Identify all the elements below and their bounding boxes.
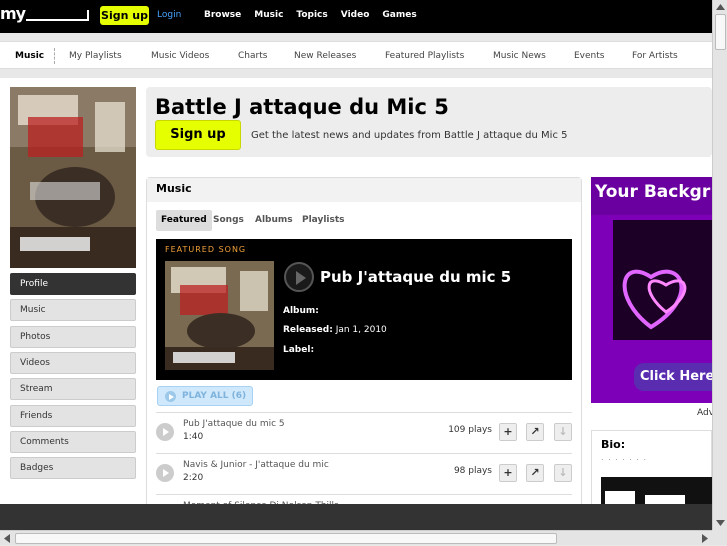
vertical-scroll-thumb[interactable] — [715, 14, 726, 50]
sidebar-item-photos[interactable]: Photos — [10, 326, 136, 348]
featured-song-label: FEATURED SONG — [165, 245, 247, 254]
subnav-music-videos[interactable]: Music Videos — [151, 51, 209, 61]
tab-playlists[interactable]: Playlists — [302, 210, 345, 231]
music-panel-title: Music — [156, 182, 192, 195]
album-label: Album: — [283, 306, 319, 316]
top-nav-topics[interactable]: Topics — [296, 10, 327, 20]
sidebar-item-music[interactable]: Music — [10, 299, 136, 321]
tab-albums[interactable]: Albums — [255, 210, 293, 231]
featured-released-row: Released: Jan 1, 2010 — [283, 325, 387, 335]
subnav-new-releases[interactable]: New Releases — [294, 51, 356, 61]
subnav-for-artists[interactable]: For Artists — [632, 51, 678, 61]
add-icon[interactable]: + — [499, 464, 517, 482]
track-name[interactable]: Pub J'attaque du mic 5 — [183, 419, 285, 429]
login-link[interactable]: Login — [157, 10, 181, 20]
top-bar: my Sign up Login Browse Music Topics Vid… — [0, 0, 712, 33]
label-label: Label: — [283, 345, 315, 355]
top-nav-games[interactable]: Games — [382, 10, 416, 20]
signup-description: Get the latest news and updates from Bat… — [251, 130, 568, 141]
featured-label-row: Label: — [283, 345, 314, 355]
logo-underline — [26, 19, 88, 21]
scrollbar-corner — [712, 530, 727, 545]
vertical-scrollbar[interactable] — [712, 0, 727, 530]
top-nav-video[interactable]: Video — [341, 10, 370, 20]
site-logo[interactable]: my — [0, 4, 26, 23]
horizontal-scrollbar[interactable] — [0, 530, 712, 545]
bio-text: . . . . . . . — [601, 453, 648, 462]
subnav-featured-playlists[interactable]: Featured Playlists — [385, 51, 464, 61]
top-nav-browse[interactable]: Browse — [204, 10, 241, 20]
sidebar-item-profile[interactable]: Profile — [10, 273, 136, 295]
featured-album-row: Album: — [283, 306, 319, 316]
featured-song-art[interactable] — [165, 261, 274, 370]
horizontal-scroll-thumb[interactable] — [15, 533, 557, 544]
sidebar-item-stream[interactable]: Stream — [10, 378, 136, 400]
track-plays: 98 plays — [453, 466, 492, 476]
track-plays: 109 plays — [448, 425, 492, 435]
subnav-music[interactable]: Music — [15, 51, 44, 61]
bio-title: Bio: — [601, 438, 626, 451]
music-panel-header — [147, 178, 581, 202]
play-all-label: PLAY ALL (6) — [182, 391, 247, 401]
track-play-icon[interactable] — [156, 464, 174, 482]
subnav-my-playlists[interactable]: My Playlists — [69, 51, 122, 61]
share-icon[interactable]: ↗ — [526, 464, 544, 482]
sidebar-item-comments[interactable]: Comments — [10, 431, 136, 453]
artist-name: Battle J attaque du Mic 5 — [155, 95, 449, 119]
subnav-divider — [54, 48, 55, 64]
featured-song-title[interactable]: Pub J'attaque du mic 5 — [320, 268, 511, 286]
play-all-icon — [165, 391, 176, 402]
logo-tick — [87, 10, 89, 21]
add-icon[interactable]: + — [499, 423, 517, 441]
top-nav: Browse Music Topics Video Games — [204, 10, 430, 20]
track-row: Pub J'attaque du mic 5 1:40 109 plays + … — [156, 412, 572, 453]
subnav-events[interactable]: Events — [574, 51, 604, 61]
track-name[interactable]: Navis & Junior - J'attaque du mic — [183, 460, 329, 470]
artist-signup-button[interactable]: Sign up — [155, 120, 241, 150]
music-sub-nav: Music My Playlists Music Videos Charts N… — [0, 41, 712, 69]
share-icon[interactable]: ↗ — [526, 423, 544, 441]
sidebar-item-videos[interactable]: Videos — [10, 352, 136, 374]
bottom-dark-bar — [0, 504, 712, 530]
browser-viewport: my Sign up Login Browse Music Topics Vid… — [0, 0, 712, 530]
released-value: Jan 1, 2010 — [335, 325, 387, 335]
ad-headline: Your Backgr — [595, 182, 711, 202]
top-signup-button[interactable]: Sign up — [100, 6, 149, 25]
tab-songs[interactable]: Songs — [213, 210, 244, 231]
track-duration: 2:20 — [183, 473, 204, 483]
download-icon[interactable]: ↓ — [554, 464, 572, 482]
featured-play-icon[interactable] — [284, 262, 314, 292]
sidebar-item-badges[interactable]: Badges — [10, 457, 136, 479]
track-duration: 1:40 — [183, 432, 204, 442]
artist-poster-image[interactable] — [10, 87, 136, 268]
subnav-charts[interactable]: Charts — [238, 51, 267, 61]
track-row: Navis & Junior - J'attaque du mic 2:20 9… — [156, 453, 572, 494]
track-play-icon[interactable] — [156, 423, 174, 441]
tab-featured[interactable]: Featured — [156, 210, 212, 231]
play-all-button[interactable]: PLAY ALL (6) — [157, 386, 253, 406]
subnav-music-news[interactable]: Music News — [493, 51, 546, 61]
sidebar-item-friends[interactable]: Friends — [10, 405, 136, 427]
advertisement-label: Adv — [697, 408, 712, 418]
released-label: Released: — [283, 325, 333, 335]
top-nav-music[interactable]: Music — [254, 10, 283, 20]
ad-click-button[interactable]: Click Here — [634, 363, 712, 391]
download-icon[interactable]: ↓ — [554, 423, 572, 441]
